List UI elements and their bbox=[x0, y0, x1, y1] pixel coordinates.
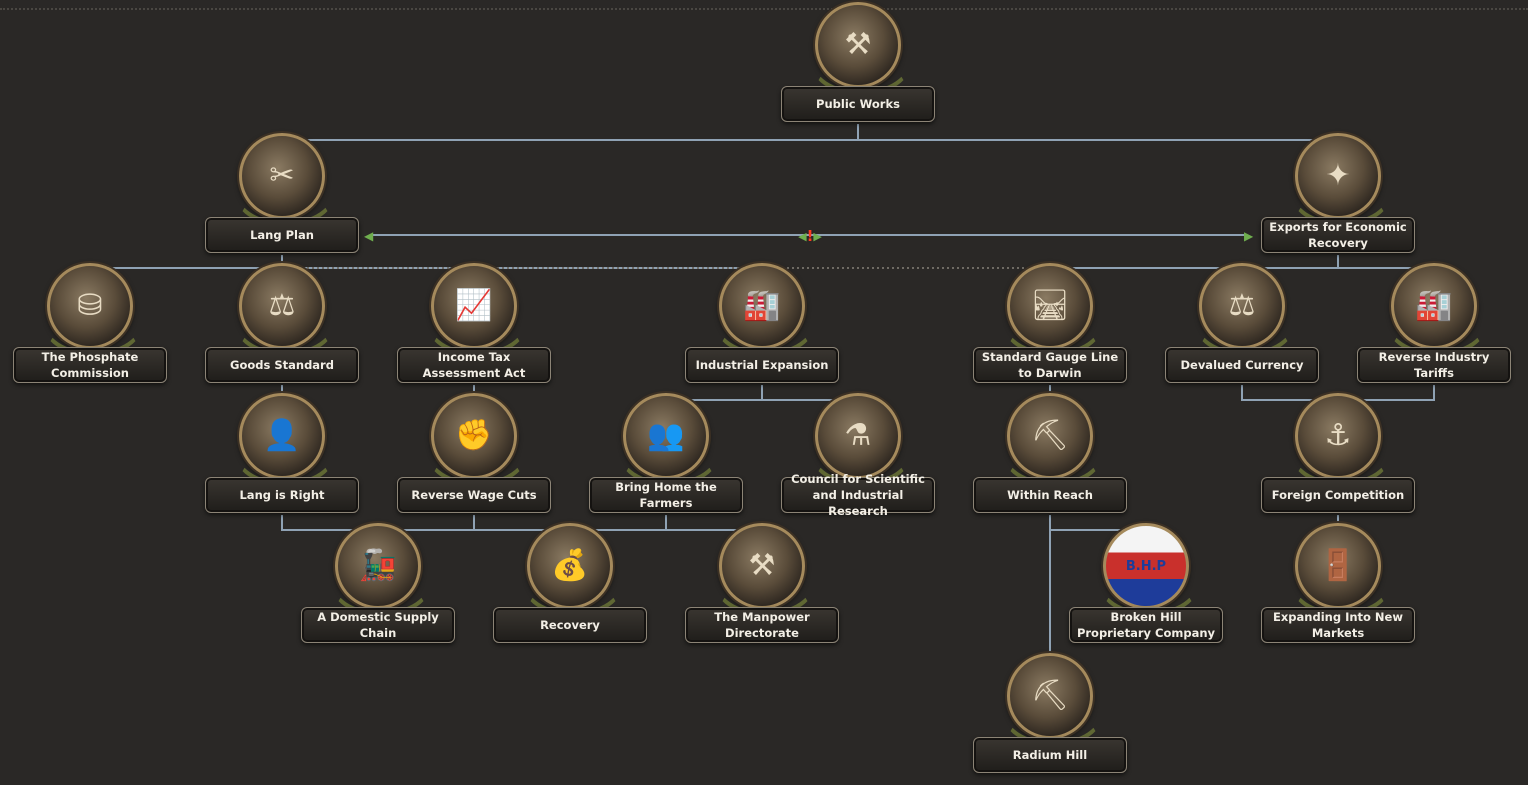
focus-bhp[interactable]: B.H.P Broken Hill Proprietary Company bbox=[1066, 523, 1226, 643]
focus-label: Devalued Currency bbox=[1165, 347, 1319, 383]
icon-glyph: B.H.P bbox=[1125, 558, 1167, 574]
focus-phosphate[interactable]: ⛁ The Phosphate Commission bbox=[10, 263, 170, 383]
icon-glyph: 👤 bbox=[263, 418, 301, 453]
icon-glyph: 💰 bbox=[551, 548, 589, 583]
fertilizer-sacks-icon: ⛁ bbox=[41, 263, 145, 357]
focus-label: Standard Gauge Line to Darwin bbox=[973, 347, 1127, 383]
pickaxe-ore-icon: ⛏ bbox=[1001, 393, 1105, 487]
icon-glyph: 🏭 bbox=[743, 288, 781, 323]
focus-expanding-markets[interactable]: 🚪 Expanding Into New Markets bbox=[1258, 523, 1418, 643]
focus-within-reach[interactable]: ⛏ Within Reach bbox=[970, 393, 1130, 513]
focus-domestic-supply[interactable]: 🚂 A Domestic Supply Chain bbox=[298, 523, 458, 643]
coins-chart-icon: 📈 bbox=[425, 263, 529, 357]
focus-label: Exports for Economic Recovery bbox=[1261, 217, 1415, 253]
portrait-icon: 👤 bbox=[233, 393, 337, 487]
focus-exports[interactable]: ✦ Exports for Economic Recovery bbox=[1258, 133, 1418, 253]
ship-cargo-icon: ⚓ bbox=[1289, 393, 1393, 487]
focus-recovery[interactable]: 💰 Recovery bbox=[490, 523, 650, 643]
chalkboard-flask-icon: ⚗ bbox=[809, 393, 913, 487]
icon-glyph: 📈 bbox=[455, 288, 493, 323]
train-cargo-icon: 🚂 bbox=[329, 523, 433, 617]
export-arrows-icon: ✦ bbox=[1289, 133, 1393, 227]
icon-glyph: 🏭 bbox=[1415, 288, 1453, 323]
focus-label: Goods Standard bbox=[205, 347, 359, 383]
icon-glyph: ⛏ bbox=[1030, 678, 1070, 713]
focus-label: The Phosphate Commission bbox=[13, 347, 167, 383]
exclusive-left-end-icon: ◀ bbox=[364, 229, 374, 243]
focus-public-works[interactable]: ⚒ Public Works bbox=[778, 2, 938, 122]
focus-label: A Domestic Supply Chain bbox=[301, 607, 455, 643]
focus-income-tax[interactable]: 📈 Income Tax Assessment Act bbox=[394, 263, 554, 383]
focus-farmers[interactable]: 👥 Bring Home the Farmers bbox=[586, 393, 746, 513]
icon-glyph: ✦ bbox=[1325, 158, 1351, 193]
focus-council[interactable]: ⚗ Council for Scientific and Industrial R… bbox=[778, 393, 938, 518]
coin-stacks-chart-icon: 💰 bbox=[521, 523, 625, 617]
open-doors-icon: 🚪 bbox=[1289, 523, 1393, 617]
focus-label: Expanding Into New Markets bbox=[1261, 607, 1415, 643]
icon-glyph: 🚂 bbox=[359, 548, 397, 583]
icon-glyph: ⚖ bbox=[1228, 288, 1256, 323]
fist-money-icon: ✊ bbox=[425, 393, 529, 487]
mutually-exclusive-marker: ◀! ▶ bbox=[798, 227, 822, 245]
scissors-money-icon: ✂ bbox=[233, 133, 337, 227]
icon-glyph: 🛤 bbox=[1030, 288, 1070, 323]
focus-label: Lang Plan bbox=[205, 217, 359, 253]
focus-tree: ◀! ▶ ◀ ▶ ⚒ Public Works ✂ Lang Plan ✦ Exports … bbox=[0, 0, 1528, 785]
hammer-wrench-icon: ⚒ bbox=[809, 2, 913, 96]
focus-lang-is-right[interactable]: 👤 Lang is Right bbox=[202, 393, 362, 513]
scales-icon: ⚖ bbox=[233, 263, 337, 357]
icon-glyph: ⚒ bbox=[844, 27, 872, 62]
focus-manpower[interactable]: ⚒ The Manpower Directorate bbox=[682, 523, 842, 643]
focus-devalued-currency[interactable]: ⚖ Devalued Currency bbox=[1162, 263, 1322, 383]
exclusive-right-end-icon: ▶ bbox=[1244, 229, 1254, 243]
icon-glyph: ✊ bbox=[455, 418, 493, 453]
focus-goods-standard[interactable]: ⚖ Goods Standard bbox=[202, 263, 362, 383]
focus-label: Reverse Industry Tariffs bbox=[1357, 347, 1511, 383]
factory-icon: 🏭 bbox=[713, 263, 817, 357]
icon-glyph: ✂ bbox=[269, 158, 295, 193]
pickaxe-radium-icon: ⛏ bbox=[1001, 653, 1105, 747]
focus-radium-hill[interactable]: ⛏ Radium Hill bbox=[970, 653, 1130, 773]
industry-buildings-icon: 🏭 bbox=[1385, 263, 1489, 357]
focus-lang-plan[interactable]: ✂ Lang Plan bbox=[202, 133, 362, 253]
icon-glyph: ⚒ bbox=[748, 548, 776, 583]
focus-label: Recovery bbox=[493, 607, 647, 643]
focus-label: Public Works bbox=[781, 86, 935, 122]
farmers-crowd-icon: 👥 bbox=[617, 393, 721, 487]
focus-label: Lang is Right bbox=[205, 477, 359, 513]
focus-label: Council for Scientific and Industrial Re… bbox=[781, 472, 935, 518]
icon-glyph: 🚪 bbox=[1319, 548, 1357, 583]
workers-tools-icon: ⚒ bbox=[713, 523, 817, 617]
focus-label: Income Tax Assessment Act bbox=[397, 347, 551, 383]
left-arrow-icon: ◀ bbox=[798, 229, 807, 243]
focus-standard-gauge[interactable]: 🛤 Standard Gauge Line to Darwin bbox=[970, 263, 1130, 383]
right-arrow-icon: ▶ bbox=[813, 229, 822, 243]
focus-label: Broken Hill Proprietary Company bbox=[1069, 607, 1223, 643]
focus-label: Radium Hill bbox=[973, 737, 1127, 773]
focus-industrial-expansion[interactable]: 🏭 Industrial Expansion bbox=[682, 263, 842, 383]
focus-label: Foreign Competition bbox=[1261, 477, 1415, 513]
focus-reverse-tariffs[interactable]: 🏭 Reverse Industry Tariffs bbox=[1354, 263, 1514, 383]
icon-glyph: ⚖ bbox=[268, 288, 296, 323]
focus-label: Industrial Expansion bbox=[685, 347, 839, 383]
icon-glyph: ⛏ bbox=[1030, 418, 1070, 453]
focus-label: Reverse Wage Cuts bbox=[397, 477, 551, 513]
focus-label: Within Reach bbox=[973, 477, 1127, 513]
icon-glyph: 👥 bbox=[647, 418, 685, 453]
icon-glyph: ⚓ bbox=[1324, 418, 1352, 453]
icon-glyph: ⚗ bbox=[844, 418, 872, 453]
icon-glyph: ⛁ bbox=[77, 288, 103, 323]
railway-icon: 🛤 bbox=[1001, 263, 1105, 357]
focus-foreign-competition[interactable]: ⚓ Foreign Competition bbox=[1258, 393, 1418, 513]
focus-label: The Manpower Directorate bbox=[685, 607, 839, 643]
connector-public-works bbox=[281, 124, 1339, 155]
focus-label: Bring Home the Farmers bbox=[589, 477, 743, 513]
focus-reverse-wage[interactable]: ✊ Reverse Wage Cuts bbox=[394, 393, 554, 513]
bhp-logo-icon: B.H.P bbox=[1097, 523, 1201, 617]
scales-gold-icon: ⚖ bbox=[1193, 263, 1297, 357]
